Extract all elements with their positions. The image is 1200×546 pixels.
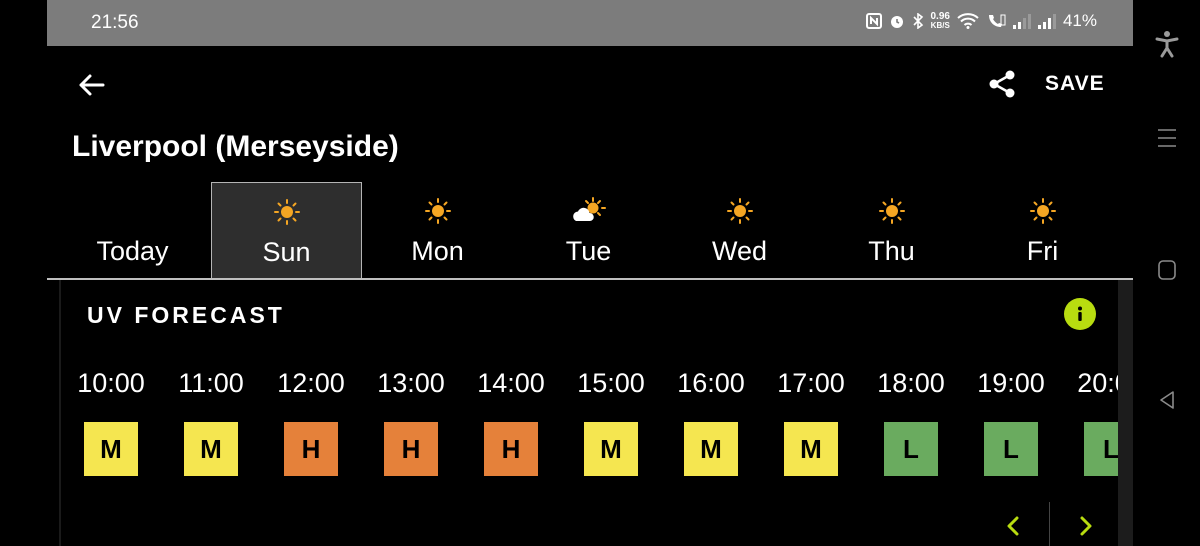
tab-label: Thu: [868, 236, 915, 266]
uv-level-badge: L: [884, 422, 938, 476]
battery-level: 41%: [1062, 11, 1097, 30]
info-icon: [1078, 306, 1082, 321]
nav-divider: [1049, 502, 1050, 546]
wifi-calling-icon: [986, 13, 1006, 29]
alarm-icon: [889, 13, 905, 29]
uv-forecast-title: UV FORECAST: [87, 302, 285, 328]
tab-wed[interactable]: Wed: [664, 182, 815, 278]
tab-today[interactable]: Today: [57, 182, 208, 278]
recent-apps-button[interactable]: [1153, 124, 1181, 152]
app-window: 21:56 0.96 KB/S 41% SAVE Liverpool (Mers…: [47, 0, 1133, 546]
sun-icon: [1025, 196, 1061, 226]
uv-forecast-panel: UV FORECAST 10:00 M 11:00 M 12:00 H 13:0…: [59, 280, 1123, 546]
tab-label: Wed: [711, 236, 768, 266]
uv-level-badge: M: [684, 422, 738, 476]
nfc-icon: [865, 13, 882, 29]
arrow-left-icon: [79, 74, 105, 96]
uv-level-badge: H: [284, 422, 338, 476]
sun-icon: [722, 196, 758, 226]
accessibility-icon: [1155, 31, 1179, 58]
tab-thu[interactable]: Thu: [816, 182, 967, 278]
sun-icon: [269, 197, 305, 227]
back-triangle-icon: [1160, 391, 1174, 409]
home-button[interactable]: [1153, 256, 1181, 284]
share-icon: [989, 70, 1015, 98]
signal-2-icon: [1037, 13, 1056, 29]
chevron-left-icon: [1007, 516, 1019, 536]
share-button[interactable]: [984, 66, 1020, 102]
home-icon: [1158, 260, 1176, 280]
hour-time: 15:00: [577, 368, 645, 398]
uv-hour-item: 20:00 L: [1061, 366, 1123, 486]
uv-level-badge: M: [84, 422, 138, 476]
accessibility-button[interactable]: [1153, 30, 1181, 58]
uv-hour-item: 18:00 L: [861, 366, 961, 486]
scroll-prev-button[interactable]: [999, 512, 1027, 540]
back-button[interactable]: [73, 68, 109, 102]
uv-hours-strip[interactable]: 10:00 M 11:00 M 12:00 H 13:00 H 14:00 H …: [61, 366, 1123, 486]
sun-icon: [874, 196, 910, 226]
hour-time: 19:00: [977, 368, 1045, 398]
tab-tue[interactable]: Tue: [513, 182, 664, 278]
hour-time: 20:00: [1077, 368, 1123, 398]
hour-time: 12:00: [277, 368, 345, 398]
back-nav-button[interactable]: [1153, 386, 1181, 414]
chevron-right-icon: [1080, 516, 1092, 536]
hour-time: 16:00: [677, 368, 745, 398]
recent-apps-icon: [1158, 129, 1176, 147]
hour-time: 18:00: [877, 368, 945, 398]
uv-hour-item: 10:00 M: [61, 366, 161, 486]
tab-label: Fri: [1026, 236, 1059, 266]
hour-time: 11:00: [178, 368, 244, 398]
uv-hour-item: 11:00 M: [161, 366, 261, 486]
signal-1-icon: [1012, 13, 1031, 29]
wifi-icon: [957, 13, 979, 29]
uv-level-badge: H: [484, 422, 538, 476]
hour-time: 14:00: [477, 368, 545, 398]
uv-hour-item: 14:00 H: [461, 366, 561, 486]
status-time: 21:56: [91, 12, 139, 33]
hour-time: 17:00: [777, 368, 845, 398]
uv-level-badge: H: [384, 422, 438, 476]
uv-hour-item: 12:00 H: [261, 366, 361, 486]
tab-label: Sun: [262, 237, 311, 267]
tab-label: Tue: [565, 236, 612, 266]
bluetooth-icon: [912, 13, 924, 29]
sun-cloud-icon: [571, 196, 607, 226]
status-bar: 21:56 0.96 KB/S 41%: [47, 0, 1133, 46]
tab-mon[interactable]: Mon: [362, 182, 513, 278]
tab-label: Mon: [411, 236, 464, 266]
tab-sun[interactable]: Sun: [211, 182, 362, 278]
panel-scroll-edge: [1118, 280, 1133, 546]
tab-fri[interactable]: Fri: [967, 182, 1118, 278]
hour-time: 13:00: [377, 368, 445, 398]
day-tabs: Today Sun Mon Tue Wed Thu Fri: [47, 182, 1133, 280]
tab-label: Today: [96, 236, 169, 266]
system-navigation-bar: [1133, 0, 1200, 546]
scroll-next-button[interactable]: [1072, 512, 1100, 540]
uv-hour-item: 17:00 M: [761, 366, 861, 486]
uv-level-badge: M: [184, 422, 238, 476]
hour-time: 10:00: [77, 368, 145, 398]
uv-hour-item: 13:00 H: [361, 366, 461, 486]
location-title: Liverpool (Merseyside): [72, 130, 399, 163]
status-icons: 0.96 KB/S 41%: [865, 11, 1097, 31]
sun-icon: [420, 196, 456, 226]
net-speed: 0.96 KB/S: [930, 11, 950, 31]
uv-hour-item: 19:00 L: [961, 366, 1061, 486]
uv-level-badge: M: [584, 422, 638, 476]
info-button[interactable]: [1064, 298, 1096, 330]
save-button[interactable]: SAVE: [1045, 72, 1105, 96]
net-speed-value: 0.96: [930, 11, 950, 22]
uv-level-badge: L: [984, 422, 1038, 476]
net-speed-unit: KB/S: [930, 21, 950, 30]
uv-hour-item: 15:00 M: [561, 366, 661, 486]
uv-level-badge: M: [784, 422, 838, 476]
uv-hour-item: 16:00 M: [661, 366, 761, 486]
